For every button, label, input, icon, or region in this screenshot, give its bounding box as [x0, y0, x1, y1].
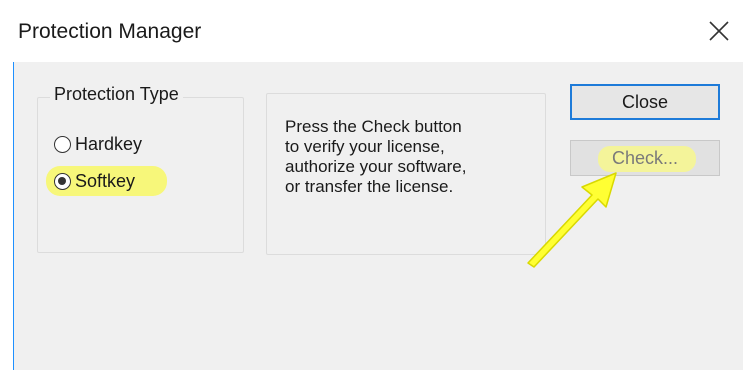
- info-line: to verify your license,: [285, 137, 445, 156]
- window-title: Protection Manager: [18, 20, 202, 43]
- info-line: or transfer the license.: [285, 177, 454, 196]
- window-border: [13, 62, 14, 370]
- close-icon[interactable]: [706, 18, 732, 44]
- radio-hardkey[interactable]: Hardkey: [54, 131, 142, 157]
- radio-button-selected[interactable]: [54, 172, 71, 190]
- protection-type-legend: Protection Type: [50, 84, 183, 105]
- radio-hardkey-label: Hardkey: [75, 133, 143, 154]
- title-bar: Protection Manager: [0, 0, 743, 62]
- radio-softkey[interactable]: Softkey: [54, 168, 135, 194]
- radio-dot: [58, 176, 66, 185]
- radio-softkey-label: Softkey: [75, 170, 136, 191]
- info-text: Press the Check button to verify your li…: [285, 117, 535, 197]
- arrow-icon: [520, 155, 640, 270]
- info-line: authorize your software,: [285, 157, 467, 176]
- info-line: Press the Check button: [285, 117, 462, 136]
- close-button-label: Close: [621, 91, 669, 112]
- close-button[interactable]: Close: [570, 84, 720, 120]
- radio-button-unselected[interactable]: [54, 135, 71, 153]
